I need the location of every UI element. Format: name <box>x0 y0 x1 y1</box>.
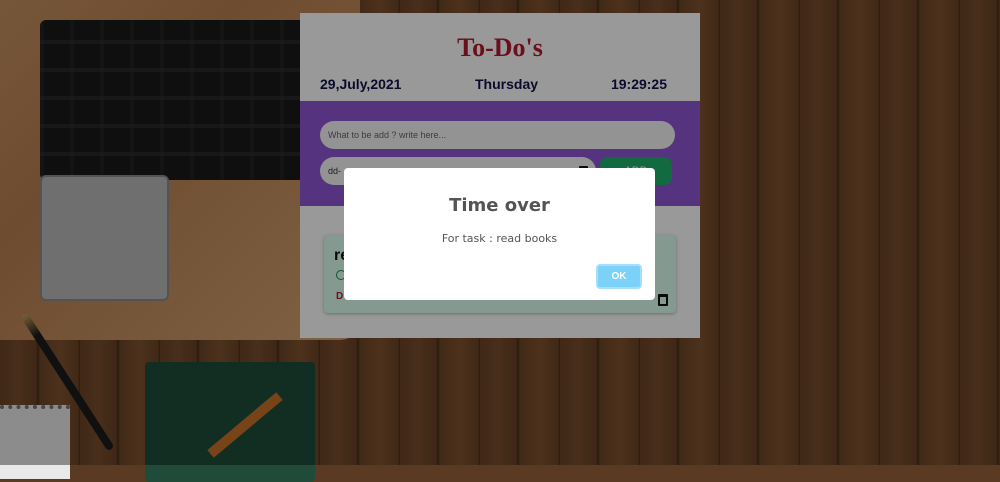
modal-message: For task : read books <box>441 232 558 245</box>
alert-modal: Time over For task : read books OK <box>344 168 655 300</box>
ok-button[interactable]: OK <box>596 264 642 289</box>
modal-title: Time over <box>449 195 550 216</box>
